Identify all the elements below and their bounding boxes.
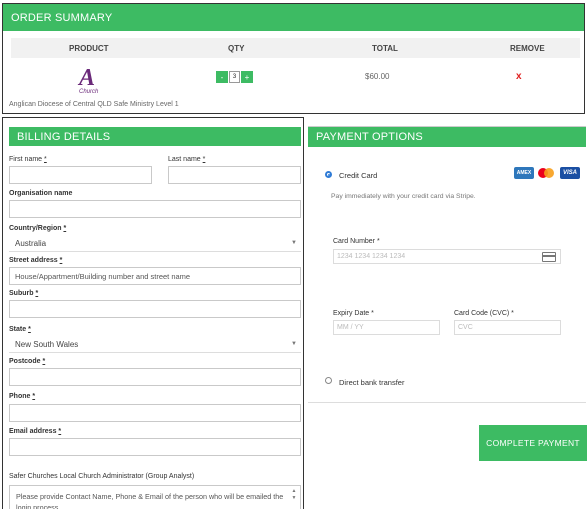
street-label-text: Street address [9,257,58,264]
visa-icon: VISA [560,167,580,179]
required-mark: * [44,156,47,163]
required-mark: * [63,225,67,232]
suburb-label: Suburb * [9,290,38,297]
order-item-row: A Church Anglican Diocese of Central QLD… [3,62,584,112]
bank-transfer-radio[interactable] [325,377,332,384]
card-number-label: Card Number * [333,238,380,245]
expiry-placeholder: MM / YY [337,324,364,331]
quantity-stepper: - 3 + [216,71,253,83]
country-label-text: Country/Region [9,225,62,232]
phone-label: Phone * [9,393,35,400]
column-total: TOTAL [372,44,398,53]
expiry-label: Expiry Date * [333,310,374,317]
organisation-label: Organisation name [9,190,73,197]
complete-payment-button[interactable]: COMPLETE PAYMENT [479,425,587,461]
email-label-text: Email address [9,428,57,435]
logo-text: Church [79,89,99,95]
order-columns-header: PRODUCT QTY TOTAL REMOVE [11,38,580,58]
first-name-input[interactable] [9,166,152,184]
item-total: $60.00 [365,72,390,81]
amex-icon: AMEX [514,167,534,179]
church-logo: A Church [77,65,103,96]
state-label: State * [9,326,31,333]
chevron-down-icon: ▼ [291,341,297,347]
card-logos: AMEX VISA [514,167,580,179]
payment-title: PAYMENT OPTIONS [308,127,586,147]
postcode-label-text: Postcode [9,358,41,365]
chevron-down-icon: ▼ [291,240,297,246]
state-select[interactable]: New South Wales ▼ [9,337,301,353]
qty-increase-button[interactable]: + [241,71,253,83]
order-summary: ORDER SUMMARY PRODUCT QTY TOTAL REMOVE A… [2,3,585,114]
required-mark: * [59,257,63,264]
last-name-label-text: Last name [168,156,201,163]
phone-label-text: Phone [9,393,31,400]
email-label: Email address * [9,428,61,435]
billing-title: BILLING DETAILS [9,127,301,146]
cvc-label: Card Code (CVC) * [454,310,514,317]
country-label: Country/Region * [9,225,66,232]
credit-card-label[interactable]: Credit Card [339,171,377,180]
qty-input[interactable]: 3 [229,71,240,83]
credit-card-note: Pay immediately with your credit card vi… [331,193,476,200]
card-number-placeholder: 1234 1234 1234 1234 [337,253,406,260]
required-mark: * [58,428,62,435]
last-name-input[interactable] [168,166,301,184]
email-input[interactable] [9,438,301,456]
billing-details: BILLING DETAILS First name * Last name *… [2,117,304,509]
country-select[interactable]: Australia ▼ [9,236,301,252]
payment-options: PAYMENT OPTIONS Credit Card AMEX VISA Pa… [308,126,586,403]
postcode-input[interactable] [9,368,301,386]
credit-card-radio[interactable] [325,171,332,178]
card-number-input[interactable]: 1234 1234 1234 1234 [333,249,561,264]
textarea-scroll-arrows[interactable]: ▲ ▼ [290,488,298,502]
required-mark: * [42,358,46,365]
logo-glyph: A [79,65,96,91]
column-product: PRODUCT [69,44,109,53]
required-mark: * [35,290,39,297]
street-label: Street address * [9,257,62,264]
required-mark: * [28,326,31,333]
cvc-input[interactable]: CVC [454,320,561,335]
suburb-label-text: Suburb [9,290,34,297]
admin-contact-placeholder: Please provide Contact Name, Phone & Ema… [16,492,284,509]
first-name-label: First name * [9,156,47,163]
qty-decrease-button[interactable]: - [216,71,228,83]
organisation-input[interactable] [9,200,301,218]
cvc-placeholder: CVC [458,324,473,331]
expiry-input[interactable]: MM / YY [333,320,440,335]
admin-label: Safer Churches Local Church Administrato… [9,473,195,480]
admin-contact-textarea[interactable]: Please provide Contact Name, Phone & Ema… [9,485,301,509]
suburb-input[interactable] [9,300,301,318]
country-value: Australia [15,239,47,248]
mastercard-icon [537,167,557,179]
phone-input[interactable] [9,404,301,422]
state-value: New South Wales [15,340,79,349]
credit-card-icon [542,252,556,262]
street-address-input[interactable]: House/Appartment/Building number and str… [9,267,301,285]
order-summary-title: ORDER SUMMARY [3,4,584,31]
column-remove: REMOVE [510,44,545,53]
product-name: Anglican Diocese of Central QLD Safe Min… [9,101,179,108]
required-mark: * [202,156,206,163]
remove-item-button[interactable]: x [516,71,522,82]
first-name-label-text: First name [9,156,43,163]
bank-transfer-label[interactable]: Direct bank transfer [339,378,404,387]
postcode-label: Postcode * [9,358,45,365]
column-qty: QTY [228,44,245,53]
required-mark: * [32,393,36,400]
last-name-label: Last name * [168,156,205,163]
state-label-text: State [9,326,27,333]
